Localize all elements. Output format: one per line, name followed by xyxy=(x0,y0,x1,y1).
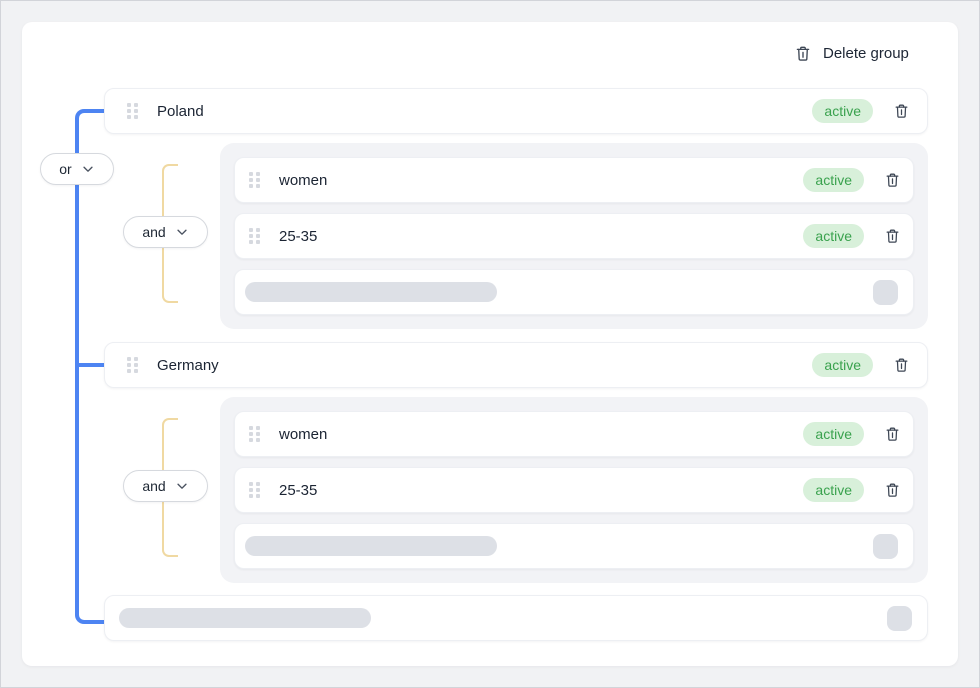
skeleton-bar xyxy=(245,536,497,556)
operator-and-dropdown-1[interactable]: and xyxy=(123,216,208,248)
condition-label: Germany xyxy=(157,357,219,374)
trash-icon xyxy=(893,356,910,374)
condition-label: 25-35 xyxy=(279,228,317,245)
delete-group-button[interactable]: Delete group xyxy=(794,39,909,67)
skeleton-square xyxy=(887,606,912,631)
trash-icon xyxy=(794,44,812,63)
status-badge: active xyxy=(803,224,864,248)
delete-condition-button[interactable] xyxy=(884,481,901,499)
condition-row-women: women active xyxy=(234,157,914,203)
status-badge: active xyxy=(803,168,864,192)
delete-condition-button[interactable] xyxy=(884,171,901,189)
page-background: Delete group Poland active women active xyxy=(0,0,980,688)
status-badge: active xyxy=(803,478,864,502)
skeleton-bar xyxy=(245,282,497,302)
placeholder-row xyxy=(234,269,914,315)
delete-condition-button[interactable] xyxy=(893,102,910,120)
condition-row-poland: Poland active xyxy=(104,88,928,134)
condition-row-women: women active xyxy=(234,411,914,457)
chevron-down-icon xyxy=(81,162,95,176)
condition-row-germany: Germany active xyxy=(104,342,928,388)
trash-icon xyxy=(884,481,901,499)
drag-handle-icon[interactable] xyxy=(127,103,138,119)
status-badge: active xyxy=(812,353,873,377)
delete-condition-button[interactable] xyxy=(884,425,901,443)
drag-handle-icon[interactable] xyxy=(249,482,260,498)
trash-icon xyxy=(884,171,901,189)
drag-handle-icon[interactable] xyxy=(127,357,138,373)
operator-and-dropdown-2[interactable]: and xyxy=(123,470,208,502)
skeleton-bar xyxy=(119,608,371,628)
condition-row-25-35: 25-35 active xyxy=(234,213,914,259)
trash-icon xyxy=(893,102,910,120)
delete-group-label: Delete group xyxy=(823,45,909,62)
condition-label: women xyxy=(279,426,327,443)
drag-handle-icon[interactable] xyxy=(249,172,260,188)
placeholder-row xyxy=(104,595,928,641)
placeholder-row xyxy=(234,523,914,569)
chevron-down-icon xyxy=(175,225,189,239)
condition-label: women xyxy=(279,172,327,189)
skeleton-square xyxy=(873,280,898,305)
status-badge: active xyxy=(812,99,873,123)
drag-handle-icon[interactable] xyxy=(249,228,260,244)
status-badge: active xyxy=(803,422,864,446)
or-connector-stub xyxy=(79,363,104,367)
delete-condition-button[interactable] xyxy=(884,227,901,245)
trash-icon xyxy=(884,425,901,443)
operator-label: and xyxy=(142,224,165,240)
condition-label: 25-35 xyxy=(279,482,317,499)
condition-row-25-35: 25-35 active xyxy=(234,467,914,513)
delete-condition-button[interactable] xyxy=(893,356,910,374)
operator-label: and xyxy=(142,478,165,494)
condition-label: Poland xyxy=(157,103,204,120)
trash-icon xyxy=(884,227,901,245)
chevron-down-icon xyxy=(175,479,189,493)
operator-or-dropdown[interactable]: or xyxy=(40,153,114,185)
operator-label: or xyxy=(59,161,71,177)
drag-handle-icon[interactable] xyxy=(249,426,260,442)
skeleton-square xyxy=(873,534,898,559)
